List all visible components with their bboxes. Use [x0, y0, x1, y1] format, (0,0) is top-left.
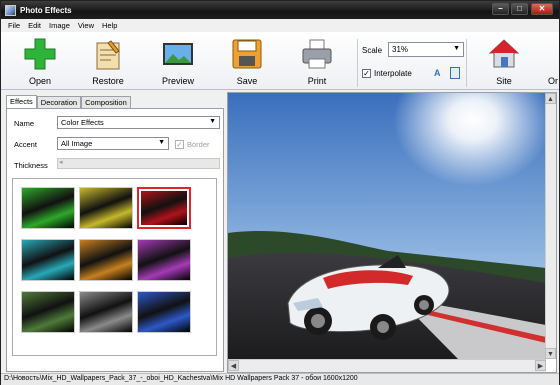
effect-thumbnail-purple[interactable]: [137, 239, 191, 281]
print-label: Print: [307, 76, 327, 86]
save-icon: [232, 39, 262, 69]
status-bar: D:\Новость\Mix_HD_Wallpapers_Pack_37_-_o…: [1, 373, 559, 385]
open-button[interactable]: Open: [13, 37, 67, 86]
window-title: Photo Effects: [20, 5, 72, 15]
effect-thumbnail-orange[interactable]: [79, 239, 133, 281]
effect-preview-image: [22, 188, 74, 228]
effect-preview-image: [138, 292, 190, 332]
calculator-icon[interactable]: [450, 67, 460, 79]
effect-thumbnail-blue[interactable]: [137, 291, 191, 333]
accent-value: All Image: [61, 139, 93, 148]
preview-button[interactable]: Preview: [151, 37, 205, 86]
effect-preview-image: [80, 292, 132, 332]
effect-preview-image: [22, 240, 74, 280]
accent-label: Accent: [14, 140, 37, 149]
border-checkbox[interactable]: ✓ Border: [175, 140, 210, 149]
title-bar: Photo Effects – □ ✕: [1, 1, 559, 19]
horizontal-scrollbar[interactable]: ◀ ▶: [228, 359, 546, 372]
menu-help[interactable]: Help: [102, 21, 117, 30]
toolbar: Open Restore Preview Save Print Scale 31…: [1, 32, 559, 90]
app-icon: [5, 4, 16, 16]
effect-preview-image: [80, 240, 132, 280]
check-icon: ✓: [175, 140, 184, 149]
close-button[interactable]: ✕: [531, 3, 553, 15]
site-label: Site: [496, 76, 512, 86]
chevron-up-icon[interactable]: ▲: [545, 93, 556, 104]
or-label[interactable]: Or: [548, 76, 558, 86]
effect-thumbnail-cyan[interactable]: [21, 239, 75, 281]
thickness-slider[interactable]: ◂: [57, 158, 220, 169]
chevron-down-icon: ▼: [158, 139, 165, 146]
image-viewer: ▲ ▼ ◀ ▶: [227, 92, 557, 373]
thickness-label: Thickness: [14, 161, 48, 170]
scale-label: Scale: [362, 46, 383, 55]
check-icon: ✓: [362, 69, 371, 78]
effect-thumbnail-gray[interactable]: [79, 291, 133, 333]
menu-image[interactable]: Image: [49, 21, 70, 30]
maximize-button[interactable]: □: [511, 3, 528, 15]
interpolate-label: Interpolate: [374, 69, 412, 78]
effect-preview-image: [80, 188, 132, 228]
photo-canvas: [228, 93, 546, 359]
open-label: Open: [28, 76, 52, 86]
vertical-scrollbar[interactable]: ▲ ▼: [545, 93, 556, 359]
effect-preview-image: [141, 191, 187, 225]
font-icon[interactable]: A: [434, 68, 441, 78]
accent-select[interactable]: All Image ▼: [57, 137, 169, 150]
chevron-down-icon: ▼: [209, 118, 216, 125]
preview-icon: [163, 43, 193, 65]
name-value: Color Effects: [61, 118, 104, 127]
effect-preview-image: [22, 292, 74, 332]
effect-thumbnail-yellow[interactable]: [79, 187, 133, 229]
home-icon: [488, 39, 520, 68]
tab-effects[interactable]: Effects: [6, 95, 37, 108]
scale-value: 31%: [392, 45, 409, 54]
save-label: Save: [236, 76, 258, 86]
effect-thumbnail-red[interactable]: [137, 187, 191, 229]
effects-gallery: [12, 178, 217, 356]
chevron-down-icon[interactable]: ▼: [545, 348, 556, 359]
name-select[interactable]: Color Effects ▼: [57, 116, 220, 129]
menu-bar: File Edit Image View Help: [1, 19, 559, 32]
border-label: Border: [187, 140, 210, 149]
menu-view[interactable]: View: [78, 21, 94, 30]
tab-strip: Effects Decoration Composition: [6, 95, 131, 108]
print-button[interactable]: Print: [290, 37, 344, 86]
tab-decoration[interactable]: Decoration: [36, 96, 82, 108]
preview-label: Preview: [161, 76, 194, 86]
status-text: D:\Новость\Mix_HD_Wallpapers_Pack_37_-_o…: [4, 375, 358, 382]
minimize-button[interactable]: –: [492, 3, 509, 15]
restore-label: Restore: [92, 76, 124, 86]
effect-preview-image: [138, 240, 190, 280]
site-button[interactable]: Site: [477, 37, 531, 86]
chevron-down-icon: ▼: [453, 45, 460, 52]
restore-button[interactable]: Restore: [81, 37, 135, 86]
chevron-left-icon: ◂: [59, 159, 63, 166]
chevron-right-icon[interactable]: ▶: [535, 360, 546, 371]
scale-group: Scale 31% ▼ ✓ Interpolate A: [357, 39, 467, 87]
chevron-left-icon[interactable]: ◀: [228, 360, 239, 371]
app-window: Photo Effects – □ ✕ File Edit Image View…: [0, 0, 560, 385]
restore-icon: [96, 40, 120, 70]
print-icon: [302, 39, 332, 69]
name-label: Name: [14, 119, 35, 128]
scale-select[interactable]: 31% ▼: [388, 42, 464, 57]
open-icon: [24, 38, 56, 70]
effect-thumbnail-green[interactable]: [21, 187, 75, 229]
settings-panel: Effects Decoration Composition Name Colo…: [3, 92, 225, 373]
menu-file[interactable]: File: [8, 21, 20, 30]
car-photo: [228, 93, 546, 359]
save-button[interactable]: Save: [220, 37, 274, 86]
interpolate-checkbox[interactable]: ✓ Interpolate: [362, 69, 412, 78]
effects-tab-body: Name Color Effects ▼ Accent All Image ▼ …: [6, 108, 224, 372]
tab-composition[interactable]: Composition: [81, 96, 131, 108]
menu-edit[interactable]: Edit: [28, 21, 41, 30]
effect-thumbnail-dark-green[interactable]: [21, 291, 75, 333]
